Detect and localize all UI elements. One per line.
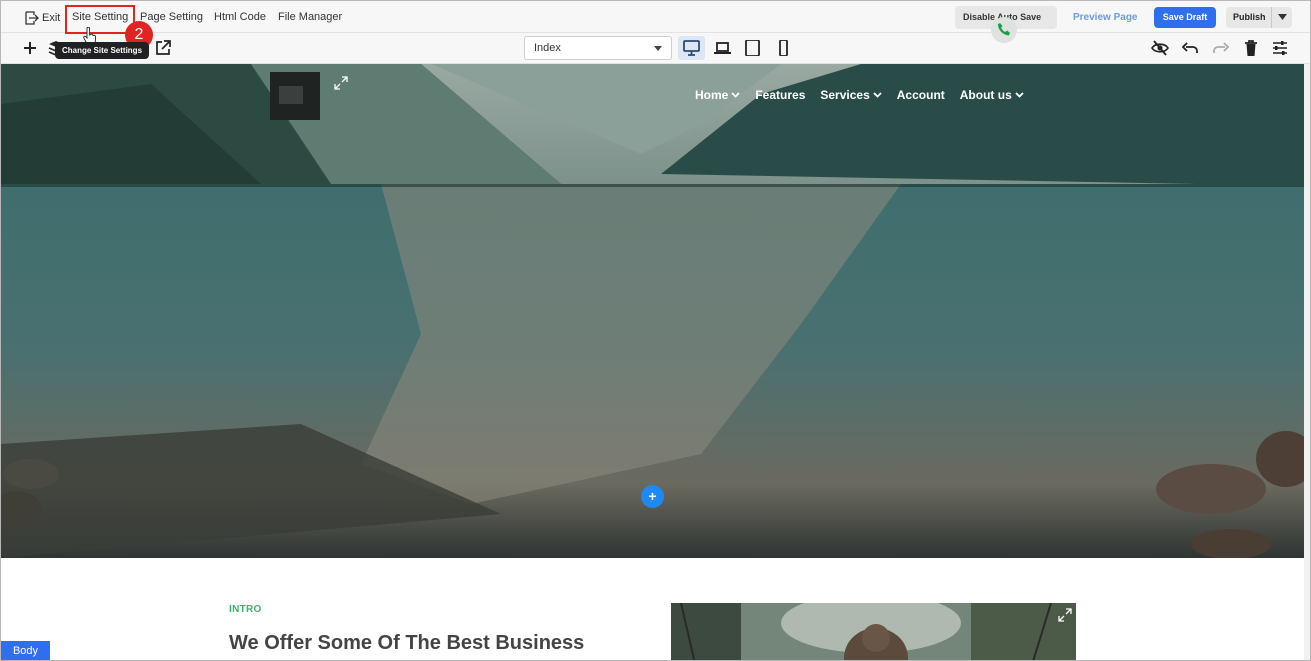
chevron-down-icon xyxy=(731,92,740,98)
external-link-icon[interactable] xyxy=(154,39,172,57)
add-section-button[interactable]: + xyxy=(641,485,664,508)
nav-item-label: About us xyxy=(959,88,1012,102)
eye-off-icon[interactable] xyxy=(1151,39,1169,57)
intro-label: INTRO xyxy=(229,604,262,615)
resize-icon[interactable] xyxy=(334,76,348,90)
hero-nav: Home Features Services Account About us xyxy=(695,88,1039,102)
nav-item-label: Account xyxy=(896,88,945,102)
phone-icon xyxy=(998,23,1010,36)
resize-icon[interactable] xyxy=(1058,608,1072,622)
mobile-icon xyxy=(779,40,788,56)
intro-photo xyxy=(671,603,1076,660)
exit-button[interactable]: Exit xyxy=(25,11,60,25)
desktop-icon xyxy=(683,40,700,56)
tooltip: Change Site Settings xyxy=(55,42,150,59)
page-canvas[interactable]: Home Features Services Account About us xyxy=(1,64,1304,660)
chevron-down-icon xyxy=(873,92,882,98)
intro-image[interactable] xyxy=(671,603,1076,660)
tablet-icon xyxy=(745,40,760,56)
tablet-view-button[interactable] xyxy=(739,36,766,60)
sliders-icon[interactable] xyxy=(1271,39,1289,57)
caret-down-icon xyxy=(1278,14,1287,20)
save-draft-button[interactable]: Save Draft xyxy=(1154,7,1216,28)
phone-call-button[interactable] xyxy=(991,17,1017,43)
editor-window: Exit Site Setting Page Setting Html Code… xyxy=(0,0,1311,661)
file-manager-menu[interactable]: File Manager xyxy=(278,11,342,23)
undo-icon[interactable] xyxy=(1181,39,1199,57)
redo-icon[interactable] xyxy=(1212,39,1230,57)
nav-item-services[interactable]: Services xyxy=(820,88,882,102)
mobile-view-button[interactable] xyxy=(770,36,797,60)
chevron-down-icon xyxy=(1015,92,1024,98)
laptop-view-button[interactable] xyxy=(709,36,736,60)
body-tag-label[interactable]: Body xyxy=(1,641,50,660)
hero-section[interactable]: Home Features Services Account About us xyxy=(1,64,1304,558)
page-select[interactable]: Index xyxy=(524,36,672,60)
canvas-scrollbar[interactable] xyxy=(1304,64,1310,660)
nav-item-label: Features xyxy=(755,88,806,102)
intro-heading: We Offer Some Of The Best Business xyxy=(229,632,585,654)
exit-icon xyxy=(25,11,39,25)
highlight-box xyxy=(65,5,135,34)
plus-icon[interactable] xyxy=(21,39,39,57)
preview-page-link[interactable]: Preview Page xyxy=(1073,12,1137,23)
page-setting-menu[interactable]: Page Setting xyxy=(140,11,203,23)
nav-item-home[interactable]: Home xyxy=(695,88,740,102)
site-logo[interactable] xyxy=(270,72,320,120)
chevron-down-icon xyxy=(654,46,662,51)
exit-label: Exit xyxy=(42,12,61,24)
page-select-value: Index xyxy=(534,42,561,54)
nav-item-account[interactable]: Account xyxy=(897,88,945,102)
nav-item-features[interactable]: Features xyxy=(755,88,805,102)
nav-item-label: Home xyxy=(695,88,729,102)
nav-item-about-us[interactable]: About us xyxy=(960,88,1024,102)
publish-dropdown-button[interactable] xyxy=(1271,7,1292,28)
laptop-icon xyxy=(714,42,731,54)
top-menu-bar: Exit Site Setting Page Setting Html Code… xyxy=(1,1,1310,33)
editor-toolbar: Index xyxy=(1,33,1310,64)
desktop-view-button[interactable] xyxy=(678,36,705,60)
trash-icon[interactable] xyxy=(1242,39,1260,57)
hero-background-image xyxy=(1,64,1304,558)
html-code-menu[interactable]: Html Code xyxy=(214,11,266,23)
nav-item-label: Services xyxy=(820,88,870,102)
